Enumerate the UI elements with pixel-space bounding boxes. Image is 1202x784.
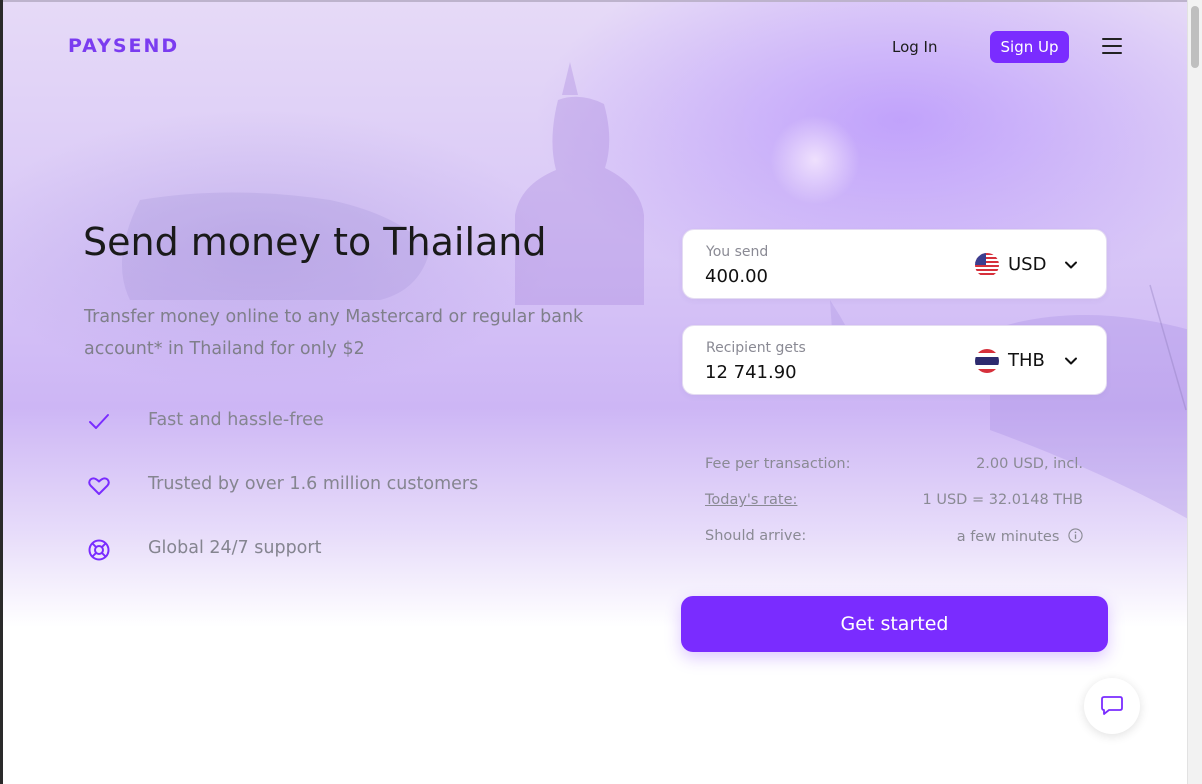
login-link[interactable]: Log In [892,38,938,56]
send-label: You send [706,244,769,260]
scrollbar[interactable] [1187,0,1202,784]
rate-row: Today's rate: 1 USD = 32.0148 THB [705,492,1083,512]
page-title: Send money to Thailand [83,220,547,264]
arrival-value: a few minutes [956,529,1060,545]
check-icon [89,414,109,429]
send-amount-input[interactable] [705,266,925,287]
heart-icon [88,477,110,495]
chat-button[interactable] [1084,678,1140,734]
receive-amount-input[interactable] [705,362,925,383]
th-flag-icon [975,349,999,373]
feature-label: Fast and hassle-free [148,410,324,430]
feature-label: Global 24/7 support [148,538,322,558]
arrival-row: Should arrive: a few minutes [705,528,1083,548]
paysend-logo[interactable]: PAYSEND [68,35,179,57]
receive-amount-field[interactable]: Recipient gets THB [682,325,1107,395]
feature-item-fast: Fast and hassle-free [86,407,546,437]
chat-bubble-icon [1101,696,1123,715]
window-frame-left [0,0,3,784]
window-frame-top [0,0,1202,2]
feature-item-trusted: Trusted by over 1.6 million customers [86,471,546,501]
page-subtitle: Transfer money online to any Mastercard … [84,307,584,359]
fee-label: Fee per transaction: [705,456,851,472]
feature-label: Trusted by over 1.6 million customers [148,474,479,494]
send-currency-code: USD [1008,254,1047,275]
fee-row: Fee per transaction: 2.00 USD, incl. [705,456,1083,476]
send-currency-select[interactable]: USD [975,251,1095,279]
feature-item-support: Global 24/7 support [86,535,546,565]
todays-rate-link[interactable]: Today's rate: [705,492,797,508]
lifebuoy-icon [88,539,110,561]
us-flag-icon [975,253,999,277]
get-started-button[interactable]: Get started [681,596,1108,652]
hamburger-menu-icon[interactable] [1102,38,1122,56]
send-amount-field[interactable]: You send USD [682,229,1107,299]
fee-value: 2.00 USD, incl. [976,456,1083,472]
scrollbar-thumb[interactable] [1191,6,1199,68]
receive-label: Recipient gets [706,340,806,356]
receive-currency-select[interactable]: THB [975,347,1095,375]
info-icon[interactable] [1068,528,1083,543]
chevron-down-icon [1065,357,1077,365]
arrival-value-wrap: a few minutes [957,528,1083,545]
receive-currency-code: THB [1008,350,1045,371]
arrival-label: Should arrive: [705,528,807,544]
chevron-down-icon [1065,261,1077,269]
signup-button[interactable]: Sign Up [990,31,1069,63]
rate-value: 1 USD = 32.0148 THB [922,492,1083,508]
